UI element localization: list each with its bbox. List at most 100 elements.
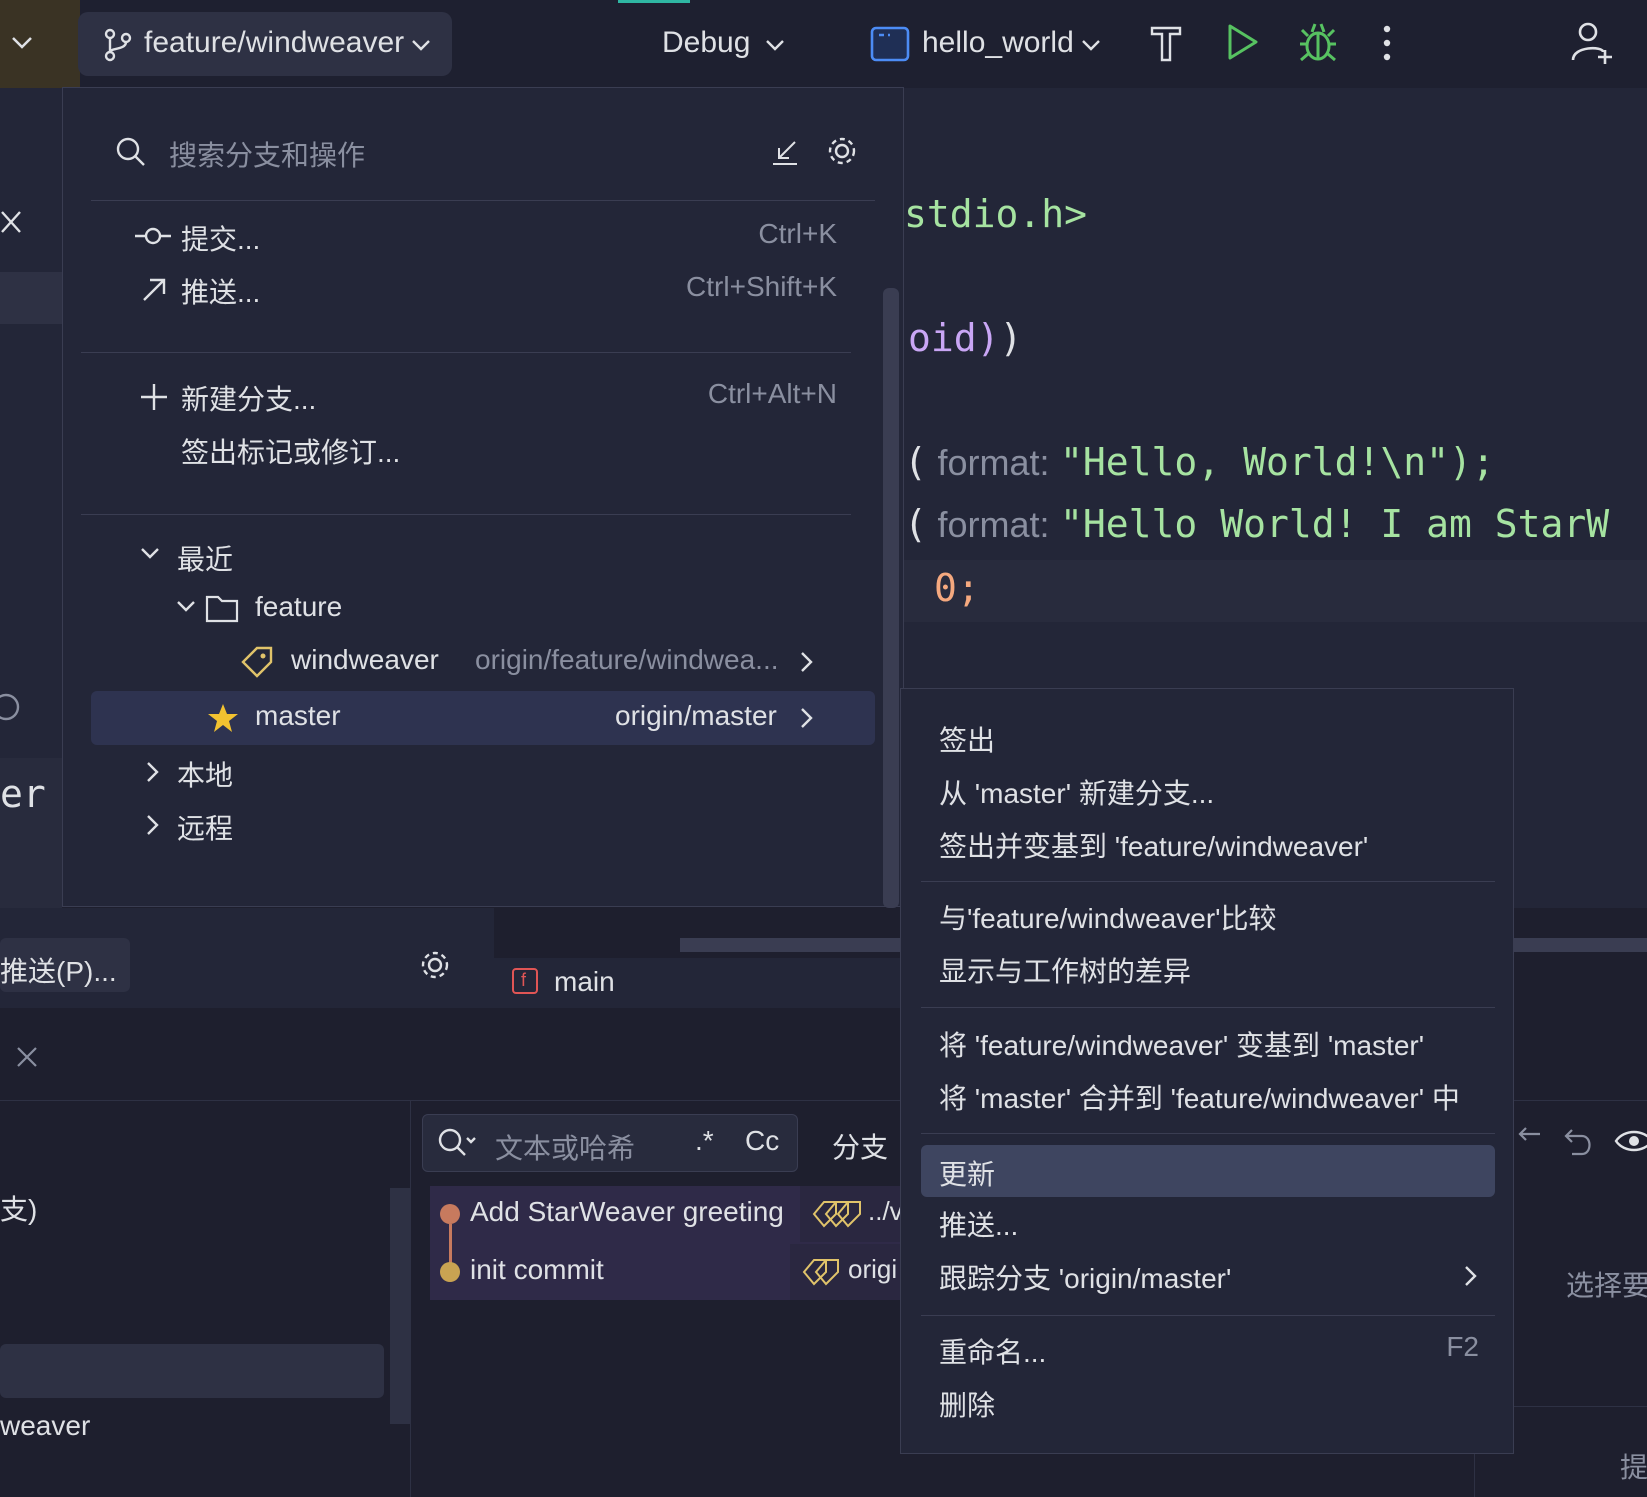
build-hammer-icon[interactable] [1148, 22, 1184, 64]
divider [81, 352, 851, 353]
star-icon [208, 704, 238, 732]
progress-indicator [618, 0, 690, 3]
push-arrow-icon [143, 278, 166, 301]
menu-item-update[interactable]: 更新 [921, 1145, 1495, 1197]
commit-node [440, 1204, 460, 1224]
chevron-down-icon [12, 37, 32, 49]
match-case-toggle[interactable]: Cc [745, 1125, 779, 1157]
menu-item-rebase[interactable]: 将 'feature/windweaver' 变基到 'master' [901, 1016, 1515, 1068]
run-config-selector[interactable]: Debug [650, 12, 800, 76]
folder-feature[interactable]: feature [63, 583, 905, 635]
popup-scrollbar[interactable] [883, 288, 899, 908]
run-target-selector[interactable]: hello_world [866, 12, 1106, 76]
more-vertical-icon[interactable] [1380, 24, 1394, 62]
chevron-right-icon [801, 652, 813, 672]
close-icon[interactable] [16, 1046, 38, 1068]
undo-icon[interactable] [1562, 1124, 1596, 1158]
vertical-scrollbar[interactable] [390, 1188, 410, 1424]
branch-search-bar[interactable]: 搜索分支和操作 [93, 118, 873, 182]
git-branch-icon [104, 28, 132, 62]
gear-icon[interactable] [825, 134, 859, 168]
chevron-right-icon [147, 815, 159, 835]
divider [921, 1315, 1495, 1316]
breadcrumb-function[interactable]: main [554, 966, 615, 998]
project-widget[interactable] [0, 0, 80, 88]
run-target-label: hello_world [922, 26, 1074, 59]
commit-message: Add StarWeaver greeting [470, 1196, 784, 1227]
menu-item-checkout[interactable]: 签出 [901, 711, 1515, 763]
menu-item-merge[interactable]: 将 'master' 合并到 'feature/windweaver' 中 [901, 1069, 1515, 1121]
chevron-down-icon [141, 548, 159, 559]
code-line-include: stdio.h> [904, 192, 1088, 236]
new-branch-action[interactable]: 新建分支... Ctrl+Alt+N [63, 370, 905, 422]
details-hint: 选择要 [1566, 1270, 1647, 1301]
code-line-main-sig: oid)) [908, 316, 1023, 360]
log-filter-input[interactable]: 文本或哈希 .* Cc [422, 1114, 798, 1172]
menu-item-new-branch-from[interactable]: 从 'master' 新建分支... [901, 764, 1515, 816]
commit-node [440, 1262, 460, 1282]
branch-tree-weaver[interactable]: weaver [0, 1410, 90, 1442]
current-branch-label: feature/windweaver [144, 26, 405, 59]
table-row[interactable]: init commit origi [430, 1244, 904, 1300]
chevron-right-icon [801, 708, 813, 728]
run-play-icon[interactable] [1224, 22, 1260, 62]
commit-refs: origi [790, 1244, 904, 1300]
divider [91, 200, 875, 201]
menu-item-show-diff[interactable]: 显示与工作树的差异 [901, 942, 1515, 994]
regex-toggle[interactable]: .* [695, 1125, 714, 1157]
push-action[interactable]: 推送... Ctrl+Shift+K [63, 263, 905, 315]
group-local[interactable]: 本地 [63, 746, 905, 798]
commit-icon [135, 227, 171, 245]
search-icon [438, 1128, 476, 1156]
menu-item-compare[interactable]: 与'feature/windweaver'比较 [901, 889, 1515, 941]
push-button[interactable]: 推送(P)... [0, 938, 130, 992]
left-selected-row[interactable] [0, 272, 62, 324]
folder-icon [205, 595, 239, 623]
chevron-right-icon [147, 762, 159, 782]
menu-item-track-branch[interactable]: 跟踪分支 'origin/master' [901, 1249, 1515, 1301]
gear-icon[interactable] [418, 948, 452, 982]
branch-master[interactable]: master origin/master [91, 691, 875, 745]
divider [410, 1100, 411, 1497]
copilot-icon[interactable] [0, 690, 22, 724]
horizontal-scrollbar-track-right[interactable] [1514, 938, 1647, 952]
branch-filter-dropdown[interactable]: 分支 [832, 1126, 888, 1166]
menu-item-push[interactable]: 推送... [901, 1196, 1515, 1248]
vcs-branch-widget[interactable]: feature/windweaver [78, 12, 452, 76]
left-editor-tab: er [0, 758, 62, 908]
commit-hint: 提 [1620, 1452, 1647, 1483]
log-filter-placeholder: 文本或哈希 [495, 1133, 636, 1164]
eye-icon[interactable] [1614, 1126, 1647, 1156]
divider [81, 514, 851, 515]
chevron-down-icon [412, 40, 430, 51]
commit-list: Add StarWeaver greeting ../v init commit… [430, 1186, 904, 1300]
menu-item-rename[interactable]: 重命名... F2 [901, 1323, 1515, 1375]
function-icon: f [512, 968, 538, 994]
menu-item-checkout-rebase[interactable]: 签出并变基到 'feature/windweaver' [901, 817, 1515, 869]
debug-bug-icon[interactable] [1298, 20, 1338, 64]
add-user-icon[interactable] [1570, 20, 1614, 66]
main-toolbar: feature/windweaver Debug hello_world [0, 0, 1647, 88]
divider [921, 1007, 1495, 1008]
checkout-tag-action[interactable]: 签出标记或修订... [63, 423, 905, 475]
tag-icon [812, 1201, 861, 1228]
commit-action[interactable]: 提交... Ctrl+K [63, 210, 905, 262]
tag-icon [241, 646, 273, 678]
run-config-label: Debug [662, 26, 751, 59]
horizontal-scrollbar-track[interactable] [680, 938, 904, 952]
group-remote[interactable]: 远程 [63, 799, 905, 851]
branch-tree-fragment: 支) [0, 1194, 38, 1225]
divider [921, 1133, 1495, 1134]
commit-refs: ../v [800, 1186, 904, 1242]
table-row[interactable]: Add StarWeaver greeting ../v [430, 1186, 904, 1242]
chevron-right-icon [1465, 1266, 1477, 1286]
branch-tree-selected[interactable] [0, 1344, 384, 1398]
collapse-icon[interactable] [771, 138, 799, 166]
arrow-left-icon[interactable] [1514, 1124, 1544, 1158]
close-icon[interactable] [0, 208, 22, 238]
chevron-down-icon [1082, 40, 1100, 51]
group-recent[interactable]: 最近 [63, 530, 905, 582]
branch-windweaver[interactable]: windweaver origin/feature/windwea... [63, 636, 905, 688]
current-line-highlight [904, 560, 1647, 622]
menu-item-delete[interactable]: 删除 [901, 1376, 1515, 1428]
